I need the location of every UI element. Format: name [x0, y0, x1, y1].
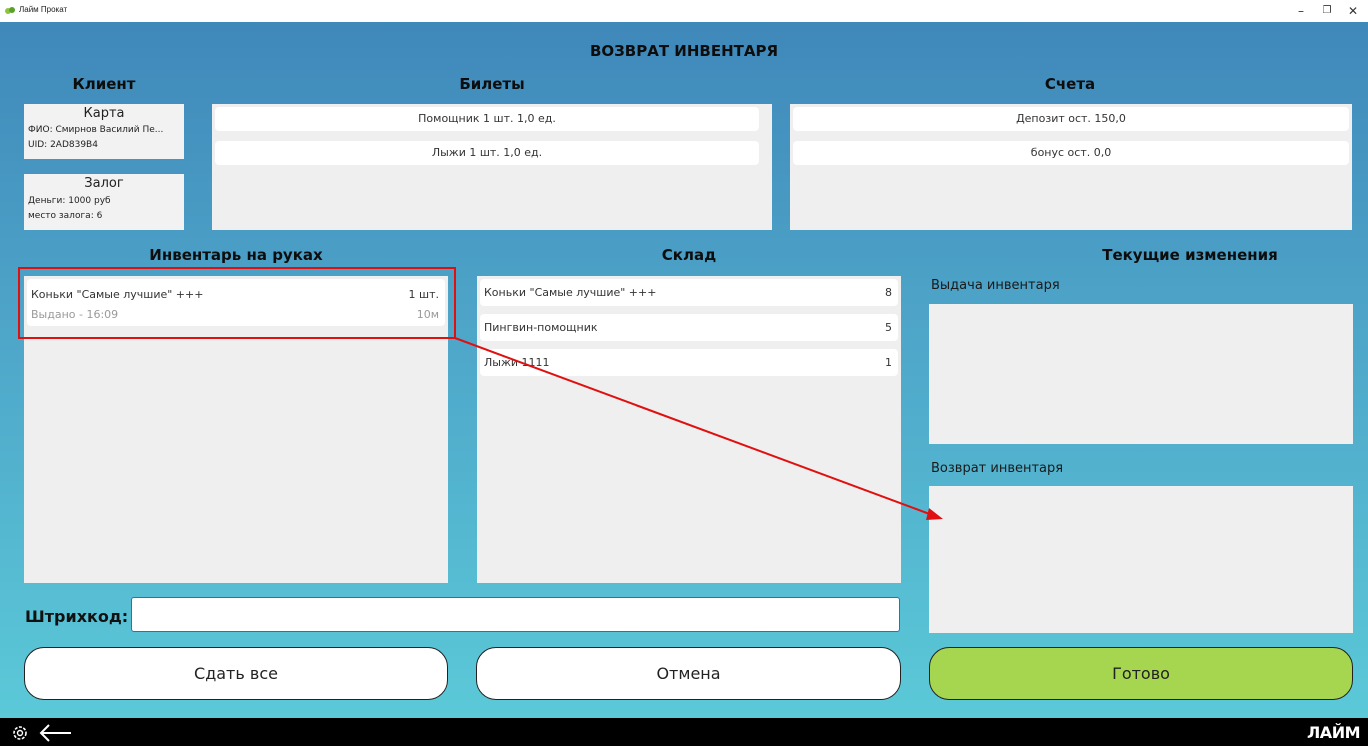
deposit-place: место залога: 6 [28, 211, 103, 221]
close-button[interactable]: ✕ [1338, 1, 1368, 21]
warehouse-item-qty: 5 [885, 321, 892, 334]
warehouse-item[interactable]: Пингвин-помощник 5 [480, 314, 898, 341]
warehouse-item[interactable]: Лыжи 1111 1 [480, 349, 898, 376]
tickets-panel: Помощник 1 шт. 1,0 ед. Лыжи 1 шт. 1,0 ед… [212, 104, 772, 230]
ticket-item[interactable]: Помощник 1 шт. 1,0 ед. [215, 107, 759, 131]
warehouse-item-name: Пингвин-помощник [484, 321, 598, 334]
changes-heading: Текущие изменения [1102, 246, 1278, 264]
warehouse-panel: Коньки "Самые лучшие" +++ 8 Пингвин-помо… [477, 276, 901, 583]
return-all-button[interactable]: Сдать все [24, 647, 448, 700]
tickets-heading: Билеты [459, 75, 525, 93]
warehouse-item[interactable]: Коньки "Самые лучшие" +++ 8 [480, 279, 898, 306]
account-item[interactable]: бонус ост. 0,0 [793, 141, 1349, 165]
warehouse-heading: Склад [661, 246, 717, 264]
inventory-item-qty: 1 шт. [408, 288, 439, 301]
settings-icon[interactable] [10, 723, 30, 743]
page-title: ВОЗВРАТ ИНВЕНТАРЯ [589, 42, 779, 60]
deposit-title: Залог [84, 176, 124, 191]
lime-app-icon [5, 7, 15, 14]
accounts-heading: Счета [1044, 75, 1096, 93]
issue-panel [929, 304, 1353, 444]
card-uid: UID: 2AD839B4 [28, 140, 98, 150]
warehouse-item-qty: 8 [885, 286, 892, 299]
barcode-label: Штрихкод: [25, 607, 129, 626]
return-panel [929, 486, 1353, 633]
ticket-item[interactable]: Лыжи 1 шт. 1,0 ед. [215, 141, 759, 165]
return-label: Возврат инвентаря [931, 461, 1064, 476]
card-title: Карта [83, 106, 125, 121]
client-card[interactable]: Карта ФИО: Смирнов Василий Пе... UID: 2A… [24, 104, 184, 159]
inventory-heading: Инвентарь на руках [149, 246, 323, 264]
inventory-item-duration: 10м [416, 308, 439, 321]
inventory-item-status: Выдано - 16:09 [31, 308, 119, 321]
footer-bar: ЛАЙМ [0, 718, 1368, 746]
barcode-input[interactable] [131, 597, 900, 632]
main-area: ВОЗВРАТ ИНВЕНТАРЯ Клиент Билеты Счета Ка… [0, 22, 1368, 718]
done-button[interactable]: Готово [929, 647, 1353, 700]
warehouse-item-name: Коньки "Самые лучшие" +++ [484, 286, 657, 299]
back-arrow-icon[interactable] [37, 723, 73, 743]
accounts-panel: Депозит ост. 150,0 бонус ост. 0,0 [790, 104, 1352, 230]
account-item[interactable]: Депозит ост. 150,0 [793, 107, 1349, 131]
window-titlebar: Лайм Прокат – ❐ ✕ [0, 0, 1368, 22]
card-name: ФИО: Смирнов Василий Пе... [28, 125, 164, 135]
deposit-money: Деньги: 1000 руб [28, 196, 111, 206]
cancel-button[interactable]: Отмена [476, 647, 901, 700]
inventory-item-name: Коньки "Самые лучшие" +++ [31, 288, 204, 301]
deposit-card[interactable]: Залог Деньги: 1000 руб место залога: 6 [24, 174, 184, 230]
brand-logo: ЛАЙМ [1307, 723, 1360, 742]
window-title: Лайм Прокат [19, 5, 68, 14]
inventory-item[interactable]: Коньки "Самые лучшие" +++ 1 шт. Выдано -… [27, 279, 445, 326]
inventory-panel: Коньки "Самые лучшие" +++ 1 шт. Выдано -… [24, 276, 448, 583]
warehouse-item-qty: 1 [885, 356, 892, 369]
client-heading: Клиент [72, 75, 136, 93]
warehouse-item-name: Лыжи 1111 [484, 356, 550, 369]
issue-label: Выдача инвентаря [931, 278, 1060, 293]
